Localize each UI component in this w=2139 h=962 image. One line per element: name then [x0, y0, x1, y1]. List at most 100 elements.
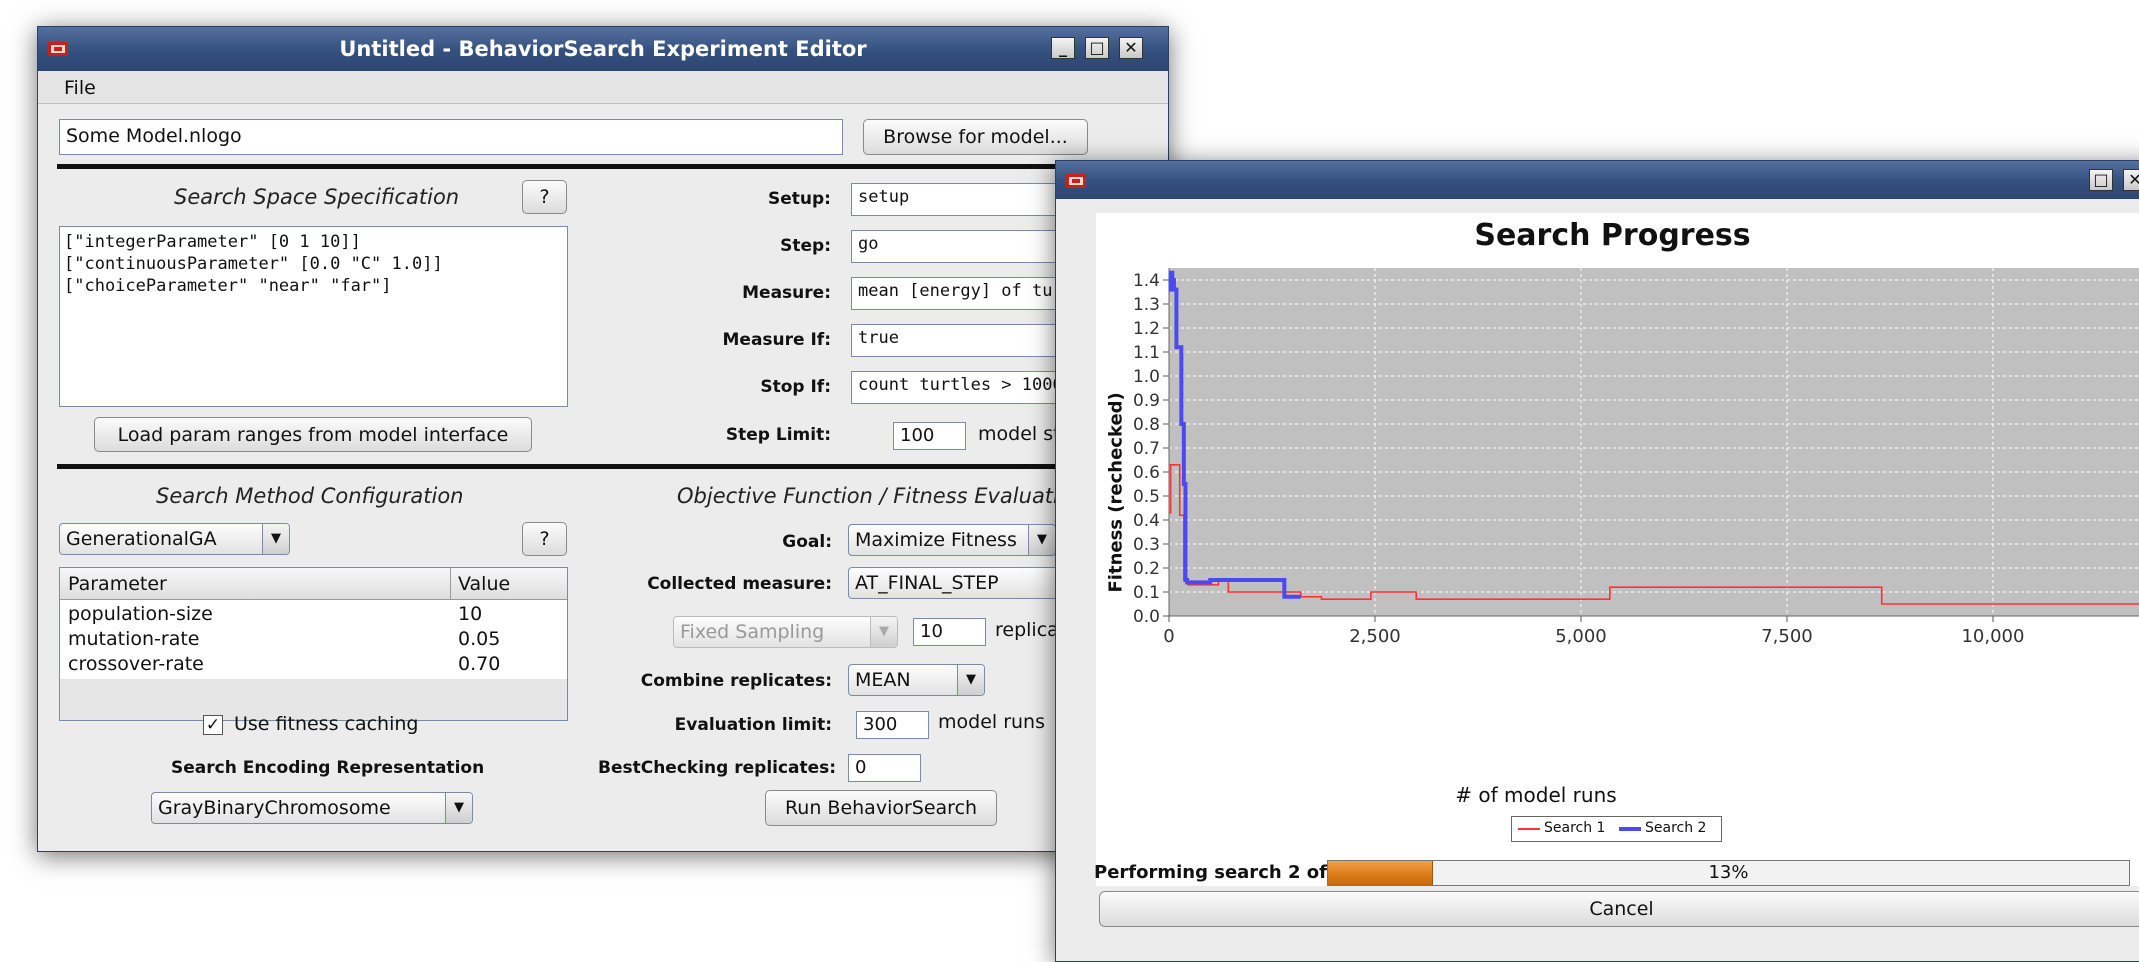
chevron-down-icon: ▼ — [1028, 525, 1055, 555]
plot-area — [1169, 268, 2139, 616]
bestchecking-field[interactable]: 0 — [848, 754, 921, 782]
column-header-value[interactable]: Value — [458, 573, 510, 595]
chart-legend: Search 1 Search 2 — [1511, 816, 1722, 842]
y-tick-label: 0.2 — [1133, 559, 1160, 579]
close-icon[interactable]: ✕ — [2123, 169, 2139, 191]
encoding-dropdown[interactable]: GrayBinaryChromosome ▼ — [151, 792, 473, 824]
x-axis-label: # of model runs — [1455, 783, 1617, 807]
combine-replicates-dropdown[interactable]: MEAN ▼ — [848, 664, 985, 696]
y-tick-label: 1.2 — [1133, 319, 1160, 339]
search-method-help-button[interactable]: ? — [522, 522, 567, 556]
y-tick-label: 1.0 — [1133, 367, 1160, 387]
x-tick-label: 2,500 — [1349, 626, 1401, 647]
table-row[interactable]: mutation-rate 0.05 — [60, 627, 567, 652]
editor-title-bar[interactable]: Untitled - BehaviorSearch Experiment Edi… — [38, 27, 1168, 71]
search-params-table: Parameter Value population-size 10 mutat… — [59, 567, 568, 721]
table-header: Parameter Value — [60, 568, 567, 600]
bestchecking-label: BestChecking replicates: — [598, 758, 837, 778]
step-limit-label: Step Limit: — [725, 425, 831, 445]
table-row[interactable]: population-size 10 — [60, 602, 567, 627]
search-space-help-button[interactable]: ? — [522, 180, 567, 214]
measure-if-label: Measure If: — [722, 330, 832, 350]
evaluation-limit-field[interactable]: 300 — [856, 711, 929, 739]
chevron-down-icon: ▼ — [262, 524, 289, 554]
separator-top — [57, 164, 1157, 169]
y-tick-label: 1.3 — [1133, 295, 1160, 315]
replicates-field[interactable]: 10 — [913, 618, 986, 646]
menu-file[interactable]: File — [64, 77, 96, 99]
param-name: crossover-rate — [68, 653, 204, 675]
x-tick-label: 0 — [1163, 626, 1174, 647]
legend-label-search-1: Search 1 — [1544, 820, 1606, 836]
x-tick-label: 7,500 — [1761, 626, 1813, 647]
chevron-down-icon: ▼ — [957, 665, 984, 695]
fitness-caching-label: Use fitness caching — [234, 713, 419, 735]
y-tick-label: 0.4 — [1133, 511, 1160, 531]
legend-swatch-search-2 — [1619, 827, 1641, 831]
param-value: 0.05 — [458, 628, 501, 650]
combine-replicates-value: MEAN — [855, 669, 911, 691]
chevron-down-icon: ▼ — [870, 617, 897, 647]
y-axis-label: Fitness (rechecked) — [1105, 392, 1127, 593]
y-tick-label: 0.8 — [1133, 415, 1160, 435]
param-value: 10 — [458, 603, 483, 625]
chart-panel: Search Progress 0 2,500 5,000 7,500 10,000 0.… — [1096, 213, 2139, 886]
step-limit-field[interactable]: 100 — [893, 422, 966, 450]
search-method-heading: Search Method Configuration — [156, 484, 464, 508]
goal-dropdown[interactable]: Maximize Fitness ▼ — [848, 524, 1056, 556]
objective-heading: Objective Function / Fitness Evaluation — [677, 484, 1086, 508]
search-progress-bar: 13% — [1327, 860, 2130, 886]
progress-status-label: Performing search 2 of 2: — [1094, 862, 1353, 883]
maximize-icon[interactable]: □ — [1085, 37, 1109, 59]
browse-button[interactable]: Browse for model... — [863, 119, 1088, 155]
encoding-heading: Search Encoding Representation — [171, 758, 485, 778]
param-ranges-textarea[interactable]: ["integerParameter" [0 1 10]] ["continuo… — [59, 226, 568, 407]
setup-label: Setup: — [768, 189, 831, 209]
progress-title-bar[interactable]: □ ✕ — [1056, 161, 2139, 199]
load-param-ranges-button[interactable]: Load param ranges from model interface — [94, 417, 532, 452]
sampling-value: Fixed Sampling — [680, 621, 825, 643]
y-tick-label: 0.0 — [1133, 607, 1160, 627]
collected-measure-label: Collected measure: — [647, 574, 832, 594]
editor-title: Untitled - BehaviorSearch Experiment Edi… — [339, 37, 867, 61]
goal-value: Maximize Fitness — [855, 529, 1017, 551]
search-method-value: GenerationalGA — [66, 528, 217, 550]
evaluation-limit-label: Evaluation limit: — [674, 715, 832, 735]
chevron-down-icon: ▼ — [445, 793, 472, 823]
param-value: 0.70 — [458, 653, 501, 675]
y-tick-label: 0.1 — [1133, 583, 1160, 603]
search-method-dropdown[interactable]: GenerationalGA ▼ — [59, 523, 290, 555]
y-tick-label: 0.5 — [1133, 487, 1160, 507]
fitness-caching-checkbox[interactable]: ✓ — [203, 715, 223, 735]
cancel-button[interactable]: Cancel — [1099, 891, 2139, 927]
x-tick-label: 5,000 — [1555, 626, 1607, 647]
y-tick-label: 0.7 — [1133, 439, 1160, 459]
progress-percent: 13% — [1708, 862, 1749, 883]
minimize-icon[interactable]: _ — [1051, 37, 1075, 59]
search-space-heading: Search Space Specification — [174, 185, 460, 209]
y-tick-label: 0.9 — [1133, 391, 1160, 411]
x-tick-label: 10,000 — [1961, 626, 2024, 647]
step-label: Step: — [780, 236, 831, 256]
encoding-value: GrayBinaryChromosome — [158, 797, 391, 819]
legend-swatch-search-1 — [1518, 828, 1540, 830]
y-tick-label: 1.4 — [1133, 271, 1160, 291]
stop-if-label: Stop If: — [760, 377, 831, 397]
column-header-parameter[interactable]: Parameter — [68, 573, 167, 595]
search-progress-window: □ ✕ Search Progress 0 2,500 5,000 7,500 10,0… — [1055, 160, 2139, 962]
chart-title: Search Progress — [1474, 218, 1751, 253]
experiment-editor-window: Untitled - BehaviorSearch Experiment Edi… — [37, 26, 1171, 852]
chart-svg: 0 2,500 5,000 7,500 10,000 0.0 0.1 0.2 0.3 0.4 0.5… — [1133, 268, 2139, 647]
y-tick-label: 1.1 — [1133, 343, 1160, 363]
collected-measure-value: AT_FINAL_STEP — [855, 572, 999, 594]
table-row[interactable]: crossover-rate 0.70 — [60, 652, 567, 677]
maximize-icon[interactable]: □ — [2089, 169, 2113, 191]
close-icon[interactable]: ✕ — [1119, 37, 1143, 59]
separator-middle — [57, 464, 1157, 469]
combine-replicates-label: Combine replicates: — [640, 671, 832, 691]
run-behaviorsearch-button[interactable]: Run BehaviorSearch — [765, 790, 997, 826]
model-path-field[interactable]: Some Model.nlogo — [59, 119, 843, 155]
sampling-dropdown: Fixed Sampling ▼ — [673, 616, 898, 648]
evaluation-limit-unit: model runs — [938, 711, 1045, 733]
param-name: population-size — [68, 603, 213, 625]
